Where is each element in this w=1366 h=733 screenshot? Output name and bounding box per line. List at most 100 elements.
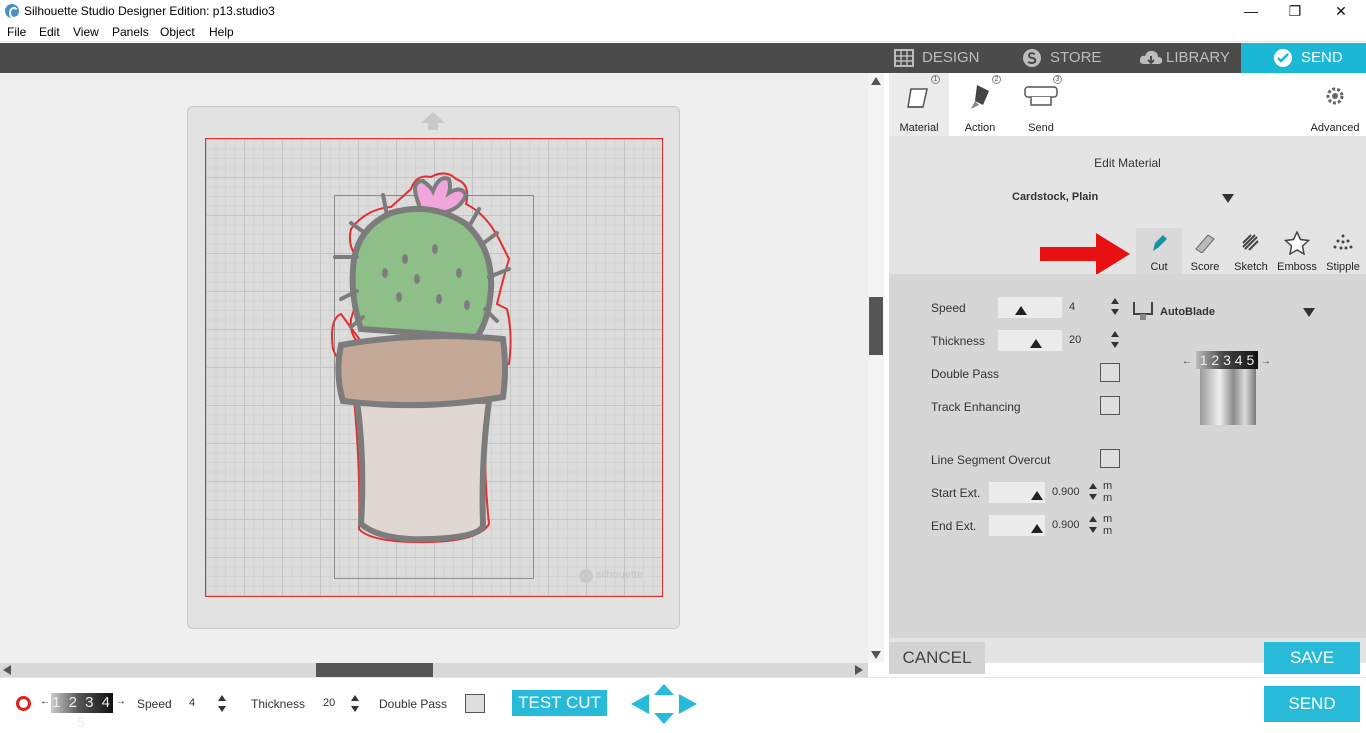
cancel-button[interactable]: CANCEL [889,642,985,674]
stipple-icon [1333,234,1353,250]
bottom-thickness-value[interactable]: 20 [323,697,335,709]
tab-design[interactable]: DESIGN [890,43,1010,73]
speed-slider-knob[interactable] [1015,306,1027,315]
sketch-icon [1242,234,1259,251]
test-cut-button[interactable]: TEST CUT [512,690,607,716]
end-ext-slider[interactable] [989,515,1045,536]
menu-object[interactable]: Object [160,25,195,39]
speed-value[interactable]: 4 [1069,301,1075,313]
subtab-send[interactable]: 3 Send [1011,73,1071,136]
start-ext-unit-bottom: m [1103,492,1113,504]
blade-dial-left-arrow-icon[interactable]: ← [1182,356,1192,367]
title-bar: Silhouette Studio Designer Edition: p13.… [0,0,1366,22]
end-ext-spinner[interactable] [1089,515,1097,535]
menu-edit[interactable]: Edit [39,25,60,39]
cutting-machine-icon [1024,86,1058,106]
end-ext-value[interactable]: 0.900 [1052,519,1080,531]
tab-library[interactable]: LIBRARY [1134,43,1254,73]
minimize-button[interactable]: — [1228,0,1274,22]
subtab-material[interactable]: 1 Material [889,73,949,136]
move-left-icon[interactable] [631,694,649,714]
bottom-speed-value[interactable]: 4 [189,697,195,709]
scroll-right-icon[interactable] [855,665,863,675]
bottom-thickness-spinner[interactable] [351,694,359,714]
speed-label: Speed [931,301,966,315]
blade-chevron-down-icon[interactable] [1303,308,1315,317]
start-ext-value[interactable]: 0.900 [1052,486,1080,498]
red-pointer-arrow-icon [1040,233,1130,275]
double-pass-checkbox[interactable] [1100,363,1120,382]
edit-material-title: Edit Material [1094,156,1161,170]
feed-direction-arrow-icon [421,112,445,130]
dial-right-arrow-icon[interactable]: → [116,696,126,707]
chevron-down-icon[interactable] [1222,194,1234,203]
subtab-action[interactable]: 2 Action [950,73,1010,136]
menu-view[interactable]: View [73,25,99,39]
move-direction-pad[interactable] [630,683,698,725]
send-button[interactable]: SEND [1264,686,1360,722]
tab-send[interactable]: SEND [1241,43,1366,73]
gear-icon [1326,87,1344,105]
end-ext-unit-bottom: m [1103,525,1113,537]
end-ext-slider-knob[interactable] [1031,524,1043,533]
close-button[interactable]: ✕ [1318,0,1364,22]
cut-pen-icon [1153,235,1167,251]
subtab-send-step: 3 [1053,75,1062,84]
store-s-icon [1023,49,1041,67]
tab-library-label: LIBRARY [1166,49,1230,66]
tab-store[interactable]: STORE [1018,43,1128,73]
speed-slider[interactable] [998,297,1062,318]
menu-panels[interactable]: Panels [112,25,149,39]
score-icon [1195,234,1215,253]
scroll-down-icon[interactable] [871,651,881,659]
start-ext-slider[interactable] [989,482,1045,503]
move-up-icon[interactable] [654,684,674,695]
move-right-icon[interactable] [679,694,697,714]
blade-dropdown[interactable]: AutoBlade [1160,306,1215,318]
start-ext-spinner[interactable] [1089,482,1097,502]
vertical-scroll-thumb[interactable] [869,297,883,355]
design-canvas[interactable]: silhouette [0,73,868,663]
cactus-design[interactable] [321,169,521,559]
maximize-button[interactable]: ❐ [1272,0,1318,22]
thickness-spinner[interactable] [1111,330,1119,350]
material-sheet-icon [907,88,928,108]
scroll-left-icon[interactable] [3,665,11,675]
thickness-slider-knob[interactable] [1030,339,1042,348]
horizontal-scrollbar[interactable] [0,663,868,677]
move-down-icon[interactable] [654,713,674,724]
horizontal-scroll-thumb[interactable] [316,663,433,677]
tool-emboss[interactable]: Emboss [1274,228,1320,275]
speed-spinner[interactable] [1111,297,1119,317]
autoblade-icon [1133,302,1153,320]
bottom-speed-spinner[interactable] [218,694,226,714]
menu-help[interactable]: Help [209,25,234,39]
dial-left-arrow-icon[interactable]: ← [40,696,50,707]
tool-score[interactable]: Score [1182,228,1228,275]
material-dropdown[interactable]: Cardstock, Plain [1012,191,1098,203]
menu-file[interactable]: File [7,25,26,39]
bottom-toolbar: ← 1 2 3 4 5 → Speed 4 Thickness 20 Doubl… [0,677,1366,731]
end-ext-unit-top: m [1103,513,1113,525]
cloud-icon [1139,50,1163,65]
end-ext-label: End Ext. [931,519,977,533]
scroll-up-icon[interactable] [871,77,881,85]
track-enhancing-checkbox[interactable] [1100,396,1120,415]
blade-dial-right-arrow-icon[interactable]: → [1261,356,1271,367]
workspace-tab-bar: DESIGN STORE LIBRARY SEND [868,43,1366,73]
send-panel: 1 Material 2 Action 3 Send Advanced Edit… [889,73,1366,663]
tool-cut[interactable]: Cut [1136,228,1182,275]
tool-sketch[interactable]: Sketch [1228,228,1274,275]
autoblade-image [1200,369,1256,425]
advanced-button[interactable]: Advanced [1305,73,1365,136]
save-button[interactable]: SAVE [1264,642,1360,674]
start-ext-slider-knob[interactable] [1031,491,1043,500]
vertical-scrollbar[interactable] [868,73,884,663]
bottom-double-pass-checkbox[interactable] [465,694,485,713]
tab-send-label: SEND [1301,49,1343,66]
line-segment-overcut-checkbox[interactable] [1100,449,1120,468]
tool-stipple[interactable]: Stipple [1320,228,1366,275]
silhouette-watermark-icon [579,569,593,583]
thickness-value[interactable]: 20 [1069,334,1081,346]
thickness-slider[interactable] [998,330,1062,351]
